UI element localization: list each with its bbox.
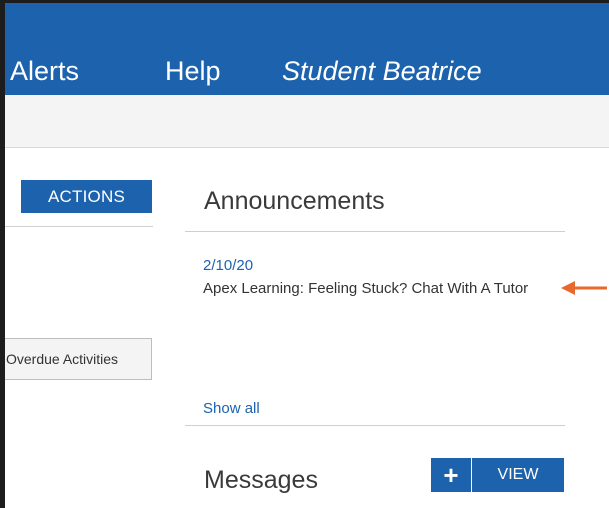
nav-user-menu[interactable]: Student Beatrice [282,55,482,87]
left-panel-divider [5,226,153,227]
announcements-divider [185,231,565,232]
page: Alerts Help Student Beatrice ACTIONS Ove… [0,0,609,508]
announcement-date[interactable]: 2/10/20 [203,257,253,275]
annotation-arrow-icon [561,281,607,295]
top-navbar: Alerts Help Student Beatrice [5,3,609,95]
new-message-button[interactable]: + [431,458,471,492]
show-all-link[interactable]: Show all [203,400,260,418]
nav-alerts-link[interactable]: Alerts [10,55,79,87]
actions-button[interactable]: ACTIONS [21,180,152,213]
announcement-text[interactable]: Apex Learning: Feeling Stuck? Chat With … [203,279,563,299]
overdue-activities-button[interactable]: Overdue Activities [0,338,152,380]
messages-heading: Messages [204,466,318,494]
view-messages-button[interactable]: VIEW [472,458,564,492]
announcements-heading: Announcements [204,187,385,215]
nav-help-link[interactable]: Help [165,55,221,87]
sub-toolbar [5,95,609,148]
messages-divider [185,425,565,426]
window-left-border [0,0,5,508]
